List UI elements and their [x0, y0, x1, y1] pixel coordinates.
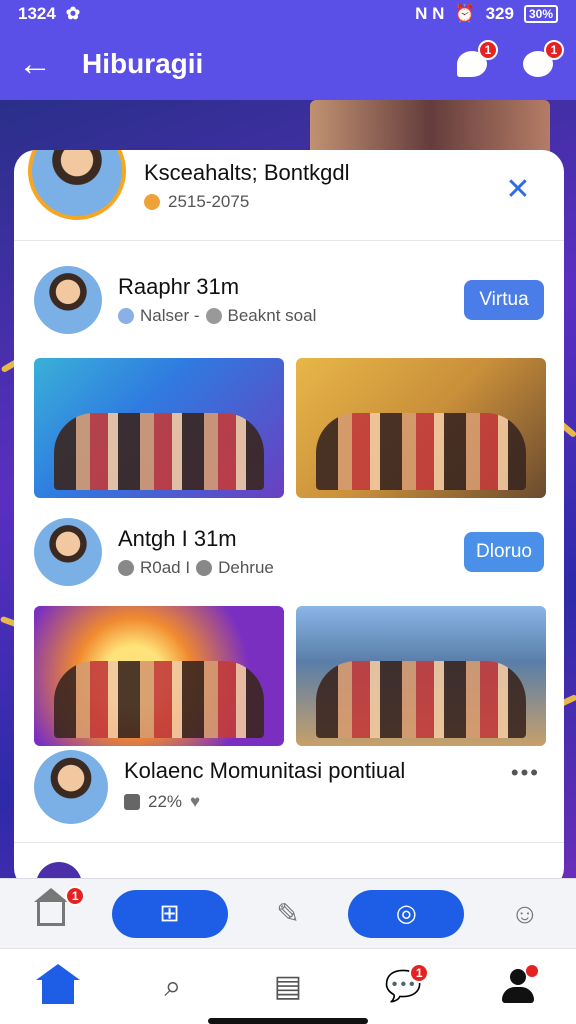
brush-button[interactable]: ✎	[266, 892, 310, 936]
community-meta: 22%	[148, 792, 183, 811]
top-post-meta: 2515-2075	[168, 192, 250, 211]
tab-database[interactable]: ▤	[262, 961, 314, 1013]
chat-button[interactable]: 1	[452, 40, 498, 84]
community-item[interactable]: Kolaenc Momunitasi pontiual 22% ♥ •••	[14, 750, 564, 840]
notification-badge: 1	[544, 40, 564, 60]
battery-indicator: 30%	[523, 5, 558, 23]
status-app-icon: ✿	[65, 4, 81, 23]
post-meta-b: Beaknt soal	[227, 306, 317, 325]
add-icon: ⊞	[159, 900, 180, 927]
post-header[interactable]: Raaphr 31m Nalser - Beaknt soal Virtua	[14, 266, 564, 346]
post-header[interactable]: Antgh I 31m R0ad I Dehrue Dloruo	[14, 518, 564, 598]
status-signal-text: 329	[485, 4, 514, 23]
tab-home[interactable]	[32, 961, 84, 1013]
globe-icon	[144, 194, 160, 210]
bottom-tab-bar: ⌕ ▤ 💬 1	[0, 948, 576, 1024]
pin-icon[interactable]: ✕	[500, 172, 536, 208]
tab-messages[interactable]: 💬 1	[377, 961, 430, 1013]
feed-card: Ksceahalts; Bontkgdl 2515-2075 ✕ Raaphr …	[14, 150, 564, 890]
status-time: 1324	[18, 4, 56, 23]
alarm-icon: ⏰	[454, 4, 476, 23]
tag-icon	[205, 308, 222, 324]
search-icon: ⌕	[164, 969, 182, 1003]
heart-icon[interactable]: ♥	[190, 792, 200, 812]
top-post[interactable]: Ksceahalts; Bontkgdl 2515-2075 ✕	[14, 150, 564, 240]
more-options-icon[interactable]: •••	[511, 760, 540, 786]
post-author: Antgh I 31m	[118, 526, 237, 551]
home-indicator	[208, 1018, 368, 1024]
emoji-button[interactable]: ☺	[503, 892, 547, 936]
camera-button[interactable]: ◎	[348, 889, 465, 938]
divider	[14, 240, 564, 241]
top-post-name: Ksceahalts; Bontkgdl	[144, 160, 350, 185]
target-icon: ◎	[395, 900, 417, 927]
app-header: ← Hiburagii 1 1	[0, 28, 576, 100]
notification-button[interactable]: 1	[518, 40, 564, 84]
home-icon	[35, 963, 80, 1004]
post-image-grid	[34, 358, 546, 498]
post-meta-a: Nalser -	[140, 306, 200, 325]
post-image[interactable]	[296, 606, 546, 746]
post-image[interactable]	[34, 606, 284, 746]
avatar[interactable]	[28, 150, 126, 220]
profile-dot	[526, 964, 539, 977]
messages-badge: 1	[409, 962, 430, 983]
home-outline-button[interactable]: 1	[29, 885, 86, 936]
page-title: Hiburagii	[82, 48, 204, 79]
post-image[interactable]	[34, 358, 284, 498]
tab-search[interactable]: ⌕	[147, 961, 199, 1013]
post-image[interactable]	[296, 358, 546, 498]
verified-icon	[118, 308, 134, 324]
action-bar: 1 ⊞ ✎ ◎ ☺	[0, 878, 576, 948]
brush-icon: ✎	[276, 898, 300, 929]
back-arrow-icon[interactable]: ←	[18, 45, 68, 84]
tab-profile[interactable]	[492, 961, 544, 1013]
add-post-button[interactable]: ⊞	[111, 889, 228, 938]
home-badge: 1	[65, 885, 86, 906]
status-network-text: N N	[415, 4, 445, 23]
avatar[interactable]	[34, 266, 102, 334]
home-outline-icon	[34, 887, 69, 926]
avatar[interactable]	[34, 518, 102, 586]
community-name: Kolaenc Momunitasi pontiual	[124, 758, 406, 783]
divider	[14, 842, 564, 843]
edit-icon	[118, 560, 134, 576]
post-author: Raaphr 31m	[118, 274, 240, 299]
post-action-button[interactable]: Virtua	[464, 280, 544, 320]
database-icon: ▤	[273, 970, 303, 1003]
status-bar: 1324 ✿ N N ⏰ 329 30%	[0, 0, 576, 28]
post-image-grid	[34, 606, 546, 746]
post-action-button[interactable]: Dloruo	[464, 532, 544, 572]
post-meta-b: Dehrue	[218, 558, 274, 577]
gear-icon	[196, 560, 213, 576]
chat-badge: 1	[478, 40, 498, 60]
image-icon	[124, 794, 140, 810]
emoji-icon: ☺	[510, 897, 540, 929]
post-meta-a: R0ad I	[140, 558, 191, 577]
avatar[interactable]	[34, 750, 108, 824]
